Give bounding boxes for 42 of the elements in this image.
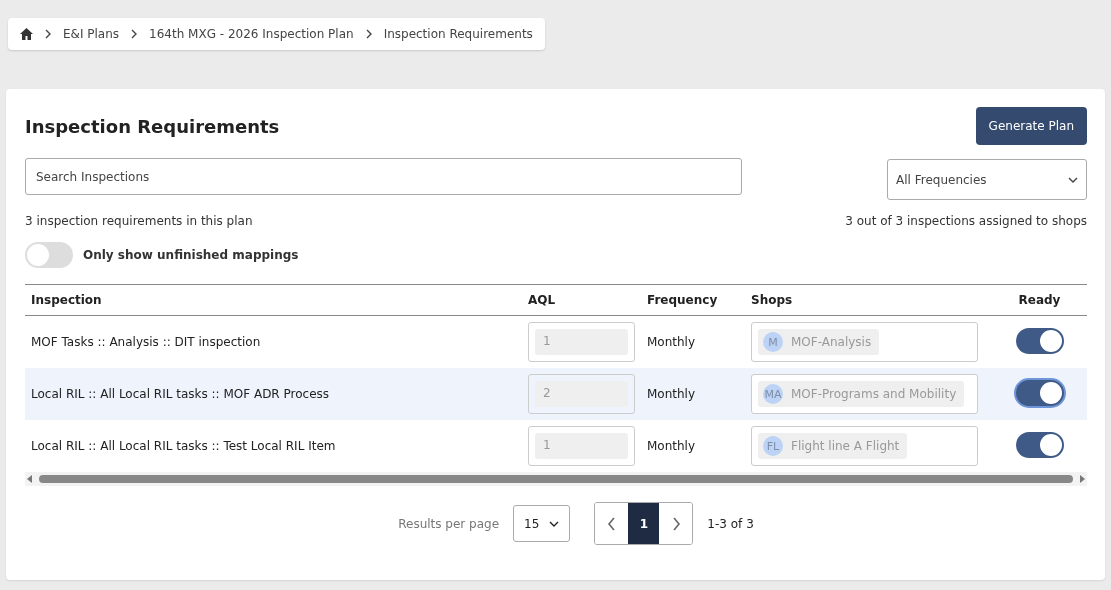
ready-toggle[interactable] — [1015, 431, 1064, 458]
scroll-right-icon[interactable] — [1077, 474, 1087, 484]
shop-chip: M MOF-Analysis — [758, 329, 880, 355]
scrollbar-thumb[interactable] — [39, 475, 1073, 483]
table-cell: MOF Tasks :: Analysis :: DIT inspection — [31, 335, 261, 349]
chevron-right-icon — [670, 516, 681, 531]
column-header: Shops — [745, 284, 992, 316]
avatar: M — [763, 332, 783, 352]
ready-toggle[interactable] — [1015, 379, 1064, 406]
column-header: Frequency — [641, 284, 745, 316]
chevron-left-icon — [606, 516, 617, 531]
unfinished-toggle[interactable] — [25, 242, 73, 268]
home-icon[interactable] — [20, 28, 33, 40]
page-button[interactable]: 1 — [628, 503, 660, 544]
shop-chip: FL Flight line A Flight — [758, 433, 908, 459]
results-label: Results per page — [398, 516, 500, 531]
table-cell: Monthly — [647, 439, 696, 453]
breadcrumb-link[interactable]: E&I Plans — [63, 27, 120, 41]
generate-plan-button[interactable]: Generate Plan — [975, 107, 1087, 145]
assigned-count: 3 out of 3 inspections assigned to shops — [845, 214, 1087, 228]
shop-chip: MA MOF-Programs and Mobility — [758, 381, 965, 407]
table-cell: Local RIL :: All Local RIL tasks :: Test Local RIL Item — [31, 439, 336, 453]
toggle-label: Only show unfinished mappings — [83, 248, 299, 262]
table-cell: Monthly — [647, 387, 696, 401]
breadcrumb-link[interactable]: 164th MXG - 2026 Inspection Plan — [149, 27, 354, 41]
avatar: MA — [763, 384, 783, 404]
search-field[interactable]: Search Inspections — [25, 158, 742, 195]
chevron-right-icon — [43, 29, 53, 39]
column-header: Inspection — [25, 284, 522, 316]
table-cell: Local RIL :: All Local RIL tasks :: MOF ADR Process — [31, 387, 330, 401]
page-title: Inspection Requirements — [25, 115, 280, 137]
ready-toggle[interactable] — [1015, 327, 1064, 354]
breadcrumb-link[interactable]: Inspection Requirements — [383, 27, 533, 41]
requirements-count: 3 inspection requirements in this plan — [25, 214, 253, 228]
column-header: Ready — [992, 284, 1087, 316]
scroll-left-icon[interactable] — [25, 474, 35, 484]
column-header: AQL — [522, 284, 641, 316]
frequency-dropdown[interactable]: All Frequencies — [887, 159, 1087, 200]
page-size-dropdown[interactable]: 15 — [513, 505, 571, 542]
range-label: 1-3 of 3 — [707, 516, 754, 531]
avatar: FL — [763, 436, 783, 456]
table-cell: Monthly — [647, 335, 696, 349]
